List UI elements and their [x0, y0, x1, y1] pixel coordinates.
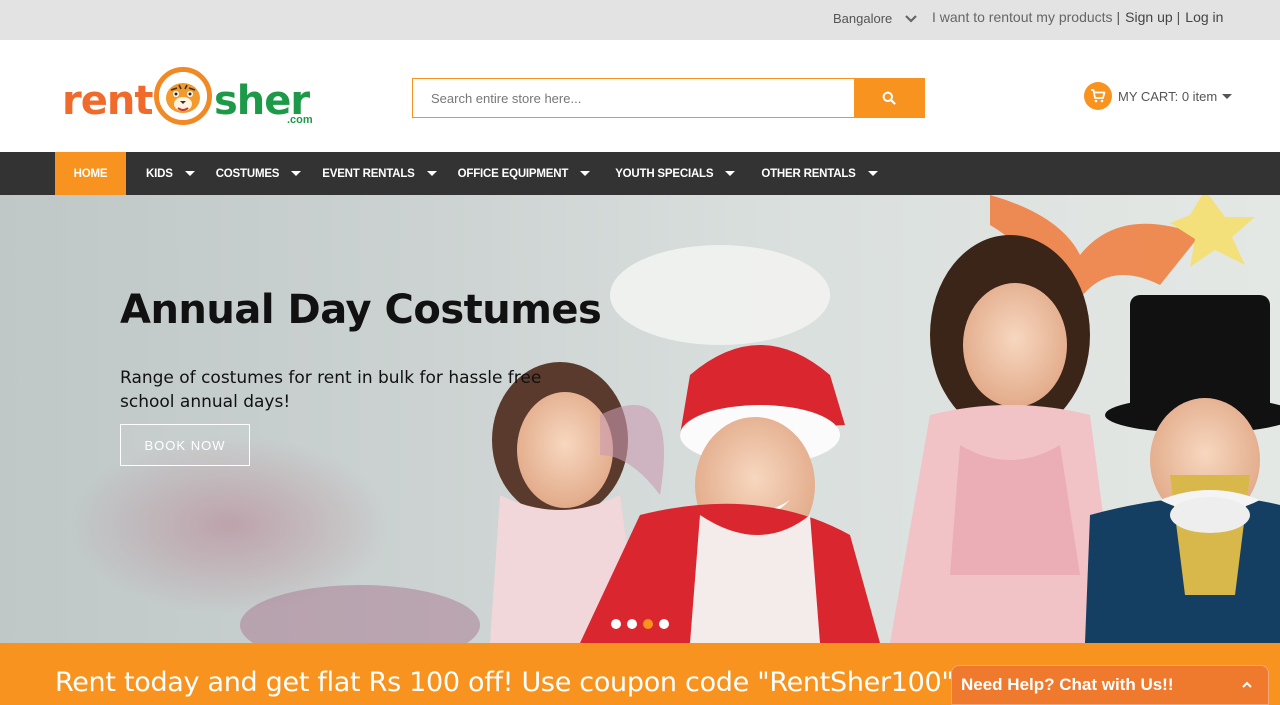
slider-dot[interactable]: [627, 619, 637, 629]
chat-label: Need Help? Chat with Us!!: [961, 675, 1174, 694]
rentout-link[interactable]: I want to rentout my products: [932, 9, 1113, 25]
cart-summary[interactable]: MY CART: 0 item: [1084, 82, 1233, 110]
nav-item-costumes[interactable]: COSTUMES: [216, 152, 302, 195]
caret-down-icon: [291, 171, 302, 176]
slider-dot-active[interactable]: [643, 619, 653, 629]
chevron-down-icon: [905, 14, 918, 23]
nav-item-kids[interactable]: KIDS: [146, 152, 195, 195]
caret-down-icon: [867, 171, 878, 176]
promo-text: Rent today and get flat Rs 100 off! Use …: [55, 667, 954, 698]
city-label: Bangalore: [833, 11, 893, 26]
login-link[interactable]: Log in: [1185, 9, 1223, 25]
logo-com-text: .com: [287, 114, 313, 126]
nav-item-label: OFFICE EQUIPMENT: [457, 167, 569, 180]
signup-link[interactable]: Sign up: [1125, 9, 1172, 25]
search-icon: [882, 91, 896, 105]
site-header: rent sher .com MY CART: 0 item: [0, 40, 1280, 152]
nav-item-label: HOME: [73, 167, 108, 180]
nav-item-label: KIDS: [146, 167, 173, 180]
nav-item-other-rentals[interactable]: OTHER RENTALS: [761, 152, 878, 195]
nav-item-home[interactable]: HOME: [55, 152, 126, 195]
account-links: I want to rentout my products | Sign up …: [932, 9, 1223, 25]
chevron-up-icon: [1242, 681, 1252, 688]
slider-dots: [611, 619, 669, 629]
nav-item-youth-specials[interactable]: YOUTH SPECIALS: [615, 152, 736, 195]
link-divider: |: [1176, 9, 1181, 25]
city-selector[interactable]: Bangalore: [833, 11, 918, 26]
nav-item-label: YOUTH SPECIALS: [615, 167, 714, 180]
slider-dot[interactable]: [611, 619, 621, 629]
nav-item-office-equipment[interactable]: OFFICE EQUIPMENT: [458, 152, 591, 195]
nav-item-label: COSTUMES: [215, 167, 280, 180]
caret-down-icon: [725, 171, 736, 176]
hero-description: Range of costumes for rent in bulk for h…: [120, 368, 542, 412]
hero-children-costumes-image: [70, 195, 1280, 643]
tiger-mascot-icon: [154, 67, 212, 125]
caret-down-icon: [1222, 93, 1233, 99]
nav-item-label: OTHER RENTALS: [761, 167, 856, 180]
hero-title: Annual Day Costumes: [120, 287, 602, 333]
hero-banner: Annual Day Costumes Range of costumes fo…: [0, 195, 1280, 643]
search-bar: [412, 78, 925, 118]
main-navigation: HOME KIDS COSTUMES EVENT RENTALS OFFICE …: [0, 152, 1280, 195]
nav-item-label: EVENT RENTALS: [322, 167, 415, 180]
top-utility-bar: Bangalore I want to rentout my products …: [0, 0, 1280, 40]
caret-down-icon: [580, 171, 591, 176]
logo-rent-text: rent: [62, 78, 153, 124]
caret-down-icon: [426, 171, 437, 176]
chat-widget-button[interactable]: Need Help? Chat with Us!!: [951, 665, 1269, 705]
search-button[interactable]: [854, 79, 924, 117]
nav-item-event-rentals[interactable]: EVENT RENTALS: [322, 152, 437, 195]
book-now-button[interactable]: BOOK NOW: [120, 424, 250, 466]
cart-icon: [1084, 82, 1112, 110]
link-divider: |: [1116, 9, 1121, 25]
slider-dot[interactable]: [659, 619, 669, 629]
search-input[interactable]: [413, 79, 854, 117]
caret-down-icon: [184, 171, 195, 176]
cart-label: MY CART: 0 item: [1118, 88, 1218, 104]
rentsher-logo[interactable]: rent sher .com: [62, 66, 322, 128]
